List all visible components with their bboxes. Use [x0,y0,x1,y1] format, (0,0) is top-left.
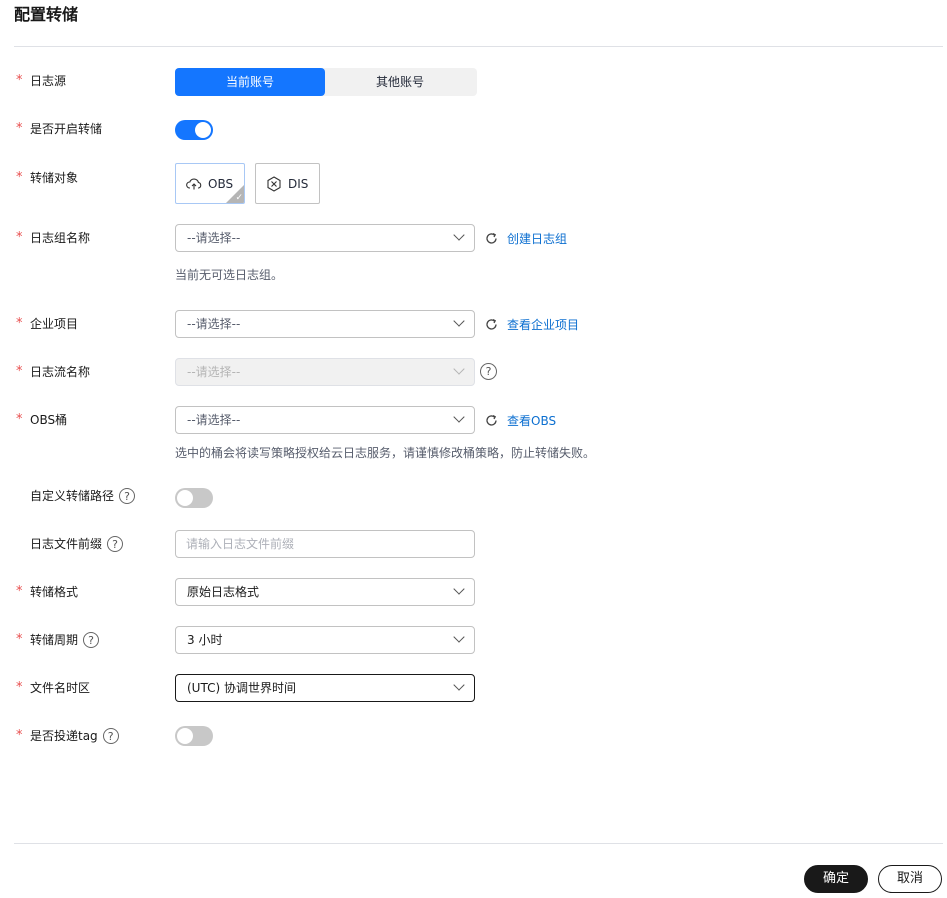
required-mark: * [16,73,23,88]
help-icon[interactable]: ? [107,536,124,552]
chevron-down-icon [453,315,465,327]
obs-bucket-label: * OBS桶 [16,410,67,430]
chevron-down-icon [453,229,465,241]
check-icon: ✓ [235,193,243,203]
dis-card-label: DIS [288,176,309,191]
format-select-value: 原始日志格式 [187,585,260,599]
log-source-segmented-control: 当前账号 其他账号 [175,68,477,96]
view-enterprise-project-link[interactable]: 查看企业项目 [485,314,579,334]
period-label: * 转储周期 ? [16,630,100,650]
file-prefix-label-text: 日志文件前缀 [30,537,103,551]
log-source-label-text: 日志源 [30,74,67,88]
format-label-text: 转储格式 [30,585,79,599]
log-stream-label: * 日志流名称 [16,362,90,382]
period-select-value: 3 小时 [187,633,223,647]
obs-bucket-select[interactable]: --请选择-- [175,406,475,434]
transfer-target-dis-card[interactable]: DIS [255,163,320,204]
format-label: * 转储格式 [16,582,78,602]
deliver-tag-label-text: 是否投递tag [30,729,98,743]
refresh-icon[interactable] [485,232,498,245]
custom-path-label-text: 自定义转储路径 [30,489,115,503]
chevron-down-icon [453,631,465,643]
required-mark: * [16,584,23,599]
required-mark: * [16,364,23,379]
create-log-group-link[interactable]: 创建日志组 [485,228,567,248]
custom-path-toggle[interactable] [175,488,213,508]
chevron-down-icon [453,679,465,691]
view-obs-link[interactable]: 查看OBS [485,410,556,430]
create-log-group-text: 创建日志组 [507,231,568,246]
help-icon[interactable]: ? [119,488,136,504]
required-mark: * [16,632,23,647]
log-group-label: * 日志组名称 [16,228,90,248]
enterprise-project-label-text: 企业项目 [30,317,79,331]
dialog-title: 配置转储 [14,5,79,24]
log-stream-select: --请选择-- [175,358,475,386]
log-source-other-account-button[interactable]: 其他账号 [325,68,475,96]
toggle-knob [195,122,211,138]
view-obs-text: 查看OBS [507,413,557,428]
timezone-select-value: (UTC) 协调世界时间 [187,681,296,695]
log-group-select[interactable]: --请选择-- [175,224,475,252]
timezone-label: * 文件名时区 [16,678,90,698]
file-prefix-input[interactable] [175,530,475,558]
required-mark: * [16,170,23,185]
deliver-tag-toggle[interactable] [175,726,213,746]
deliver-tag-label: * 是否投递tag ? [16,726,119,746]
required-mark: * [16,316,23,331]
help-icon[interactable]: ? [83,632,100,648]
timezone-select[interactable]: (UTC) 协调世界时间 [175,674,475,702]
enterprise-project-select-value: --请选择-- [187,317,241,331]
log-source-label: * 日志源 [16,71,66,91]
format-select[interactable]: 原始日志格式 [175,578,475,606]
required-mark: * [16,121,23,136]
log-group-hint: 当前无可选日志组。 [175,268,284,282]
dis-hexagon-icon [266,175,282,192]
transfer-target-label-text: 转储对象 [30,171,79,185]
transfer-target-obs-card[interactable]: OBS ✓ [175,163,245,204]
obs-bucket-hint: 选中的桶会将读写策略授权给云日志服务，请谨慎修改桶策略，防止转储失败。 [175,446,596,460]
log-stream-select-value: --请选择-- [187,365,241,379]
chevron-down-icon [453,411,465,423]
enterprise-project-label: * 企业项目 [16,314,78,334]
period-label-text: 转储周期 [30,633,79,647]
file-prefix-label: 日志文件前缀 ? [16,534,124,554]
obs-bucket-select-value: --请选择-- [187,413,241,427]
refresh-icon[interactable] [485,414,498,427]
toggle-knob [177,728,193,744]
enable-transfer-label-text: 是否开启转储 [30,122,103,136]
chevron-down-icon [453,363,465,375]
enterprise-project-select[interactable]: --请选择-- [175,310,475,338]
view-enterprise-project-text: 查看企业项目 [507,317,580,332]
required-mark: * [16,230,23,245]
cancel-button[interactable]: 取消 [878,865,942,893]
confirm-button[interactable]: 确定 [804,865,868,893]
log-group-label-text: 日志组名称 [30,231,91,245]
footer-divider [14,843,943,844]
header-divider [14,46,943,47]
log-group-select-value: --请选择-- [187,231,241,245]
required-mark: * [16,728,23,743]
refresh-icon[interactable] [485,318,498,331]
required-mark: * [16,680,23,695]
toggle-knob [177,490,193,506]
required-mark: * [16,412,23,427]
cloud-upload-icon [186,177,202,191]
log-source-current-account-button[interactable]: 当前账号 [175,68,325,96]
enable-transfer-toggle[interactable] [175,120,213,140]
obs-bucket-label-text: OBS桶 [30,413,68,427]
chevron-down-icon [453,583,465,595]
help-icon[interactable]: ? [102,728,119,744]
custom-path-label: 自定义转储路径 ? [16,486,136,506]
timezone-label-text: 文件名时区 [30,681,91,695]
enable-transfer-label: * 是否开启转储 [16,119,102,139]
period-select[interactable]: 3 小时 [175,626,475,654]
help-icon[interactable]: ? [480,363,497,380]
log-stream-label-text: 日志流名称 [30,365,91,379]
transfer-target-label: * 转储对象 [16,168,78,188]
